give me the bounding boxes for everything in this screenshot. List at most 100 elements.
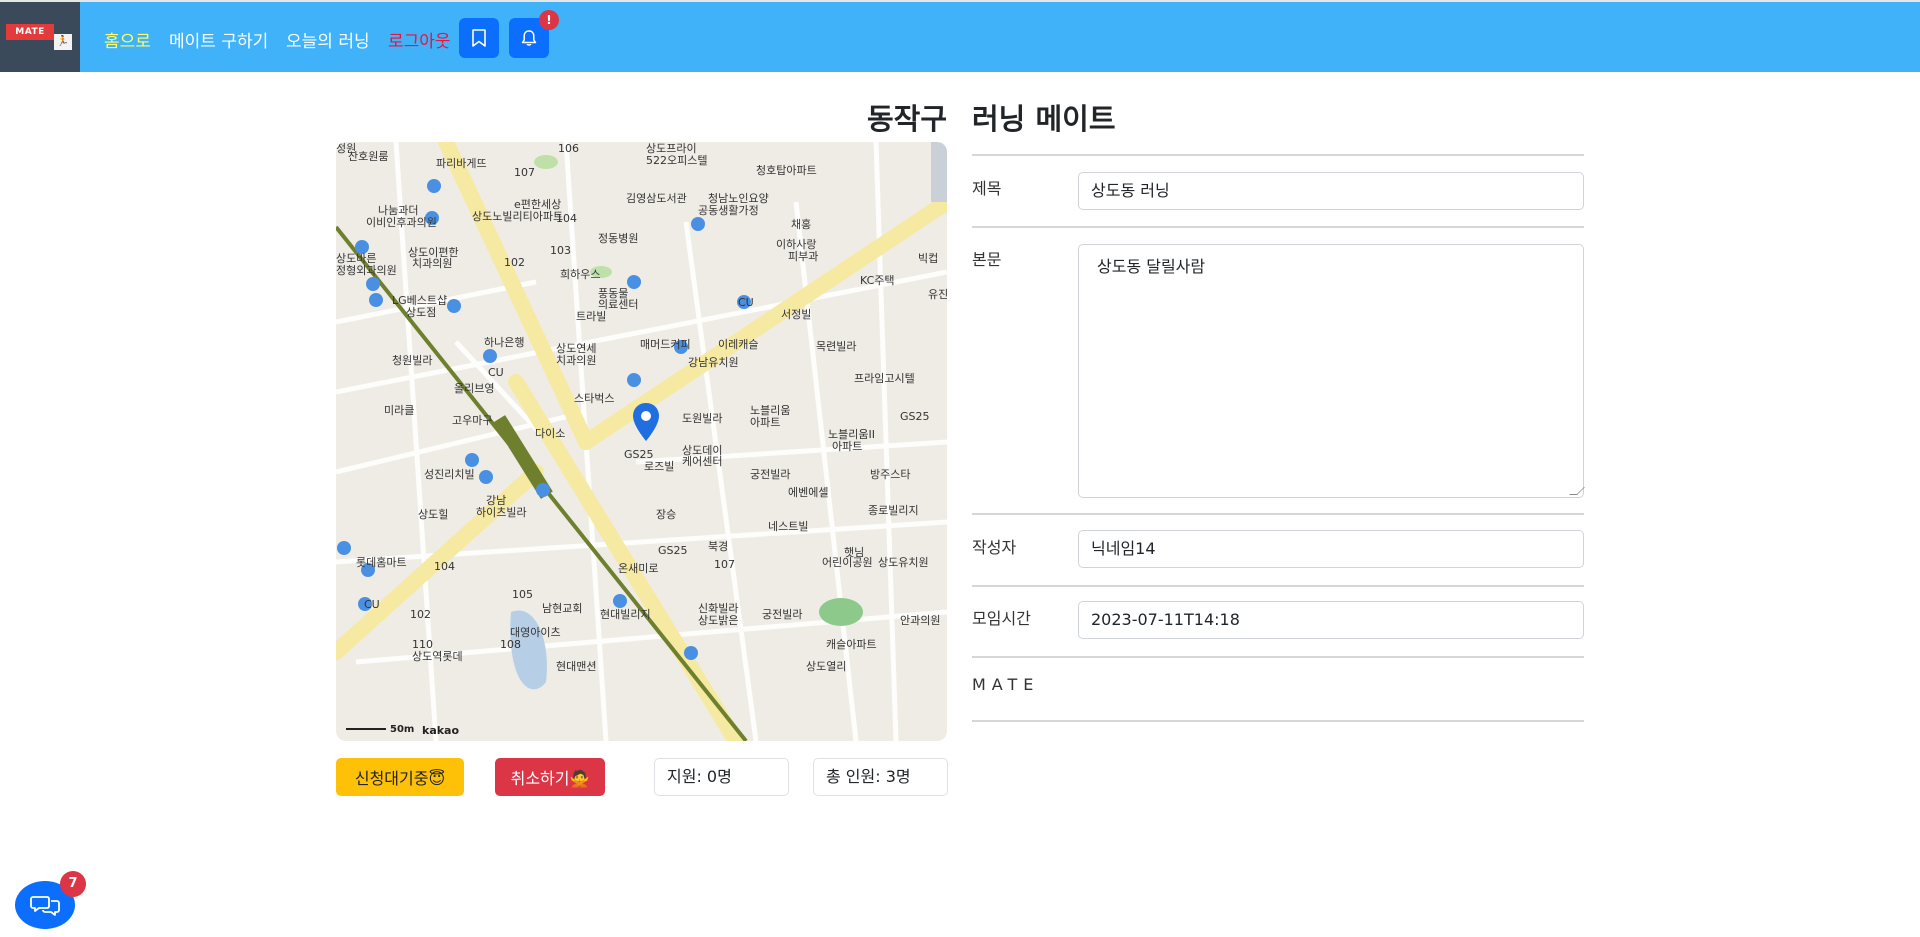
chat-bubbles-icon	[30, 896, 60, 916]
map-place-label: 성진리치빌	[424, 468, 475, 481]
title-field[interactable]: 상도동 러닝	[1078, 172, 1584, 210]
map-place-label: 상도힐	[418, 508, 449, 521]
divider	[972, 720, 1584, 722]
map-scale: 50m	[346, 724, 414, 735]
map-place-label: 김영삼도서관	[626, 192, 687, 205]
map-place-label: 도원빌라	[682, 412, 723, 425]
map-place-label: 하이츠빌라	[476, 506, 527, 519]
map-view[interactable]: 산호원룸 파리바게뜨 107 106 상도프라이 522오피스텔 청호탑아파트 나눔과더 이비인…	[336, 142, 947, 741]
map-place-label: 108	[500, 638, 521, 651]
map-place-label: 고우마구	[452, 414, 493, 427]
map-place-label: 피부과	[788, 250, 819, 263]
map-place-label: 어린이공원	[822, 556, 873, 569]
map-place-label: 케어센터	[682, 455, 723, 468]
map-place-label: 치과의원	[412, 257, 453, 270]
map-place-label: 청원빌라	[392, 354, 433, 367]
map-place-label: 방주스타	[870, 468, 911, 481]
map-place-label: 이레캐슬	[718, 338, 759, 351]
resize-grip-icon[interactable]	[1569, 487, 1585, 495]
map-place-label: 롯데홈마트	[356, 556, 407, 569]
map-place-label: 정원	[336, 142, 357, 155]
page-title-main: 러닝 메이트	[972, 102, 1116, 136]
map-place-label: 104	[434, 560, 455, 573]
body-textarea[interactable]: 상도동 달릴사람	[1078, 244, 1585, 498]
map-place-label: KC주택	[860, 274, 895, 287]
nav-home-link[interactable]: 홈으로	[104, 27, 151, 52]
map-place-label: GS25	[658, 544, 688, 557]
footer-mate-text: MATE	[972, 675, 1040, 694]
map-place-label: CU	[364, 598, 380, 611]
divider	[972, 226, 1584, 228]
map-place-label: 스타벅스	[574, 392, 615, 405]
map-place-label: 궁전빌라	[750, 468, 791, 481]
bell-icon	[521, 30, 537, 46]
page-title-district: 동작구	[866, 102, 947, 136]
brand-logo[interactable]: MATE 🏃	[0, 2, 80, 72]
map-place-label: 청호탑아파트	[756, 164, 817, 177]
map-place-label: 네스트빌	[768, 520, 809, 533]
map-place-label: GS25	[900, 410, 930, 423]
map-place-label: 남현교회	[542, 602, 583, 615]
map-place-label: 로즈빌	[644, 460, 675, 473]
map-place-label: 104	[556, 212, 577, 225]
map-place-label: CU	[738, 296, 754, 309]
map-place-label: 안과의원	[900, 614, 941, 627]
logo-text: MATE	[6, 24, 54, 40]
bookmark-icon	[472, 29, 486, 47]
nav-logout-link[interactable]: 로그아웃	[388, 27, 451, 52]
bookmark-button[interactable]	[459, 18, 499, 58]
map-place-label: CU	[488, 366, 504, 379]
apply-wait-button[interactable]: 신청대기중😇	[336, 758, 464, 796]
meeting-time-label: 모임시간	[972, 609, 1031, 628]
map-place-label: 107	[514, 166, 535, 179]
map-place-label: 올리브영	[454, 382, 495, 395]
map-place-label: 이비인후과의원	[366, 216, 437, 229]
body-text: 상도동 달릴사람	[1097, 257, 1206, 276]
map-place-label: 공동생활가정	[698, 204, 759, 217]
notification-badge: !	[539, 10, 559, 30]
map-place-label: 종로빌리지	[868, 504, 919, 517]
map-place-label: 107	[714, 558, 735, 571]
map-place-label: 522오피스텔	[646, 154, 708, 167]
map-place-label: 프라임고시텔	[854, 372, 915, 385]
map-place-label: 트라빌	[576, 310, 607, 323]
body-label: 본문	[972, 250, 1002, 269]
map-place-label: 102	[504, 256, 525, 269]
divider	[972, 656, 1584, 658]
map-place-label: 현대빌리지	[600, 608, 651, 621]
location-marker-icon[interactable]	[632, 402, 660, 442]
map-place-label: 상도노빌리티아파트	[472, 210, 564, 223]
map-place-label: 상도유치원	[878, 556, 929, 569]
map-provider-logo: kakao	[422, 724, 460, 737]
map-place-label: 하나은행	[484, 336, 525, 349]
map-place-label: 희하우스	[560, 268, 601, 281]
divider	[972, 585, 1584, 587]
cancel-button[interactable]: 취소하기🙅	[495, 758, 605, 796]
navbar: MATE 🏃 홈으로 메이트 구하기 오늘의 러닝 로그아웃 !	[0, 0, 1920, 72]
map-place-label: 채홍	[791, 218, 812, 231]
map-place-label: 105	[512, 588, 533, 601]
author-field[interactable]: 닉네임14	[1078, 530, 1584, 568]
map-place-label: 106	[558, 142, 579, 155]
total-count: 총 인원: 3명	[813, 758, 948, 796]
map-place-label: 정동병원	[598, 232, 639, 245]
divider	[972, 513, 1584, 515]
map-place-label: 103	[550, 244, 571, 257]
notification-button[interactable]: !	[509, 10, 559, 58]
map-place-label: 목련빌라	[816, 340, 857, 353]
map-place-label: 파리바게뜨	[436, 157, 487, 170]
meeting-time-field[interactable]: 2023-07-11T14:18	[1078, 601, 1584, 639]
map-place-label: 다이소	[535, 427, 566, 440]
map-place-label: 빅컵	[918, 252, 939, 265]
author-label: 작성자	[972, 538, 1017, 557]
nav-find-mate-link[interactable]: 메이트 구하기	[169, 27, 268, 52]
nav-today-running-link[interactable]: 오늘의 러닝	[286, 27, 370, 52]
map-place-label: 102	[410, 608, 431, 621]
map-place-label: 아파트	[832, 440, 863, 453]
map-place-label: 상도열리	[806, 660, 847, 673]
map-place-label: 현대맨션	[556, 660, 597, 673]
map-place-label: 궁전빌라	[762, 608, 803, 621]
map-place-label: 장승	[656, 508, 677, 521]
chat-badge: 7	[60, 871, 86, 897]
map-place-label: 아파트	[750, 416, 781, 429]
